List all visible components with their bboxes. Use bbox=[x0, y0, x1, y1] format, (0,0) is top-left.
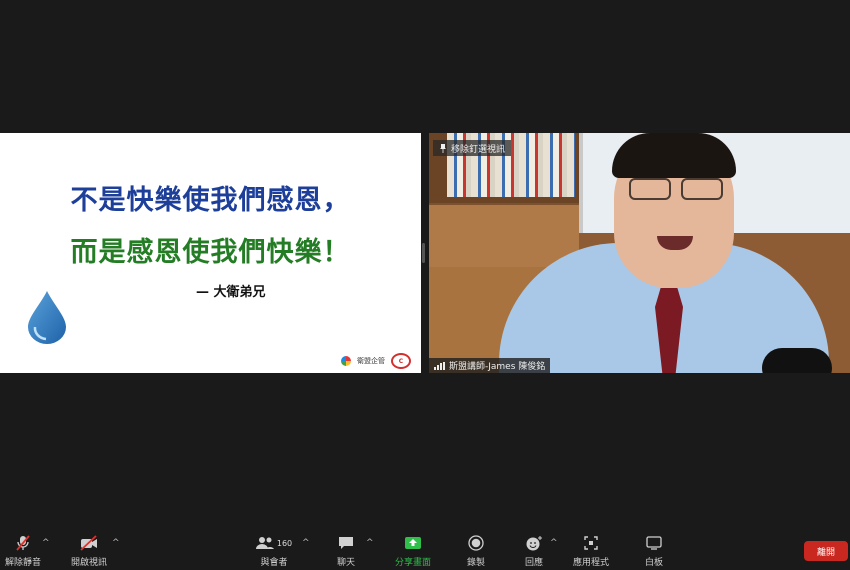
pin-icon bbox=[440, 143, 446, 153]
leave-button[interactable]: 離開 bbox=[804, 541, 848, 561]
company-logo-icon bbox=[341, 356, 351, 366]
meeting-toolbar: 解除靜音 ^ 開啟視訊 ^ 160 與會者 ^ 聊天 ^ 分享畫面 錄製 回應 … bbox=[0, 530, 850, 570]
speaker-hair bbox=[612, 133, 736, 178]
microphone bbox=[762, 348, 832, 373]
share-screen-label: 分享畫面 bbox=[394, 558, 431, 568]
participants-button[interactable]: 160 與會者 bbox=[254, 534, 294, 568]
participants-options-chevron-icon[interactable]: ^ bbox=[302, 538, 310, 548]
start-video-label: 開啟視訊 bbox=[70, 558, 107, 568]
speaker-glasses-right bbox=[681, 178, 723, 200]
apps-button[interactable]: 應用程式 bbox=[570, 534, 612, 568]
video-off-icon bbox=[80, 535, 97, 551]
chat-icon bbox=[339, 537, 353, 549]
participants-count: 160 bbox=[276, 538, 293, 548]
unmute-button[interactable]: 解除靜音 bbox=[4, 534, 42, 568]
unmute-label: 解除靜音 bbox=[4, 558, 41, 568]
reactions-smile-icon bbox=[526, 536, 542, 551]
slide-logos: 衛盟企管 C bbox=[341, 353, 411, 369]
start-video-button[interactable]: 開啟視訊 bbox=[69, 534, 109, 568]
reactions-button[interactable]: 回應 bbox=[522, 534, 546, 568]
slide-author: — 大衛弟兄 bbox=[196, 285, 266, 300]
chat-button[interactable]: 聊天 bbox=[335, 534, 357, 568]
whiteboard-icon bbox=[646, 536, 662, 550]
slide-line-1: 不是快樂使我們感恩， bbox=[70, 185, 351, 216]
whiteboard-label: 白板 bbox=[644, 558, 663, 568]
water-drop-icon bbox=[28, 291, 66, 344]
reactions-label: 回應 bbox=[524, 558, 543, 568]
share-screen-icon bbox=[405, 537, 421, 549]
participant-name: 斯盟講師-James 陳俊銘 bbox=[449, 362, 546, 372]
reactions-options-chevron-icon[interactable]: ^ bbox=[550, 538, 558, 548]
apps-label: 應用程式 bbox=[572, 558, 609, 568]
chat-label: 聊天 bbox=[336, 558, 355, 568]
muted-mic-icon bbox=[16, 535, 30, 551]
share-screen-button[interactable]: 分享畫面 bbox=[392, 534, 434, 568]
shared-screen: 不是快樂使我們感恩， 而是感恩使我們快樂！ — 大衛弟兄 衛盟企管 C bbox=[0, 133, 421, 373]
record-button[interactable]: 錄製 bbox=[464, 534, 488, 568]
participants-label: 與會者 bbox=[260, 558, 288, 568]
chat-options-chevron-icon[interactable]: ^ bbox=[366, 538, 374, 548]
apps-icon bbox=[584, 536, 598, 550]
split-divider-handle[interactable] bbox=[422, 243, 425, 263]
participants-icon bbox=[255, 537, 274, 549]
signal-icon bbox=[434, 361, 445, 370]
participant-name-tag: 斯盟講師-James 陳俊銘 bbox=[429, 358, 551, 373]
audio-options-chevron-icon[interactable]: ^ bbox=[42, 538, 50, 548]
record-icon bbox=[468, 535, 484, 551]
speaker-glasses-left bbox=[629, 178, 671, 200]
whiteboard-button[interactable]: 白板 bbox=[642, 534, 666, 568]
slide-line-2: 而是感恩使我們快樂！ bbox=[70, 237, 351, 268]
badge-logo-icon: C bbox=[391, 353, 411, 369]
unpin-label: 移除釘選視訊 bbox=[451, 144, 506, 155]
company-logo-text: 衛盟企管 bbox=[357, 357, 385, 365]
record-label: 錄製 bbox=[466, 558, 485, 568]
video-options-chevron-icon[interactable]: ^ bbox=[112, 538, 120, 548]
participant-video[interactable] bbox=[429, 133, 850, 373]
unpin-video-button[interactable]: 移除釘選視訊 bbox=[433, 140, 512, 156]
